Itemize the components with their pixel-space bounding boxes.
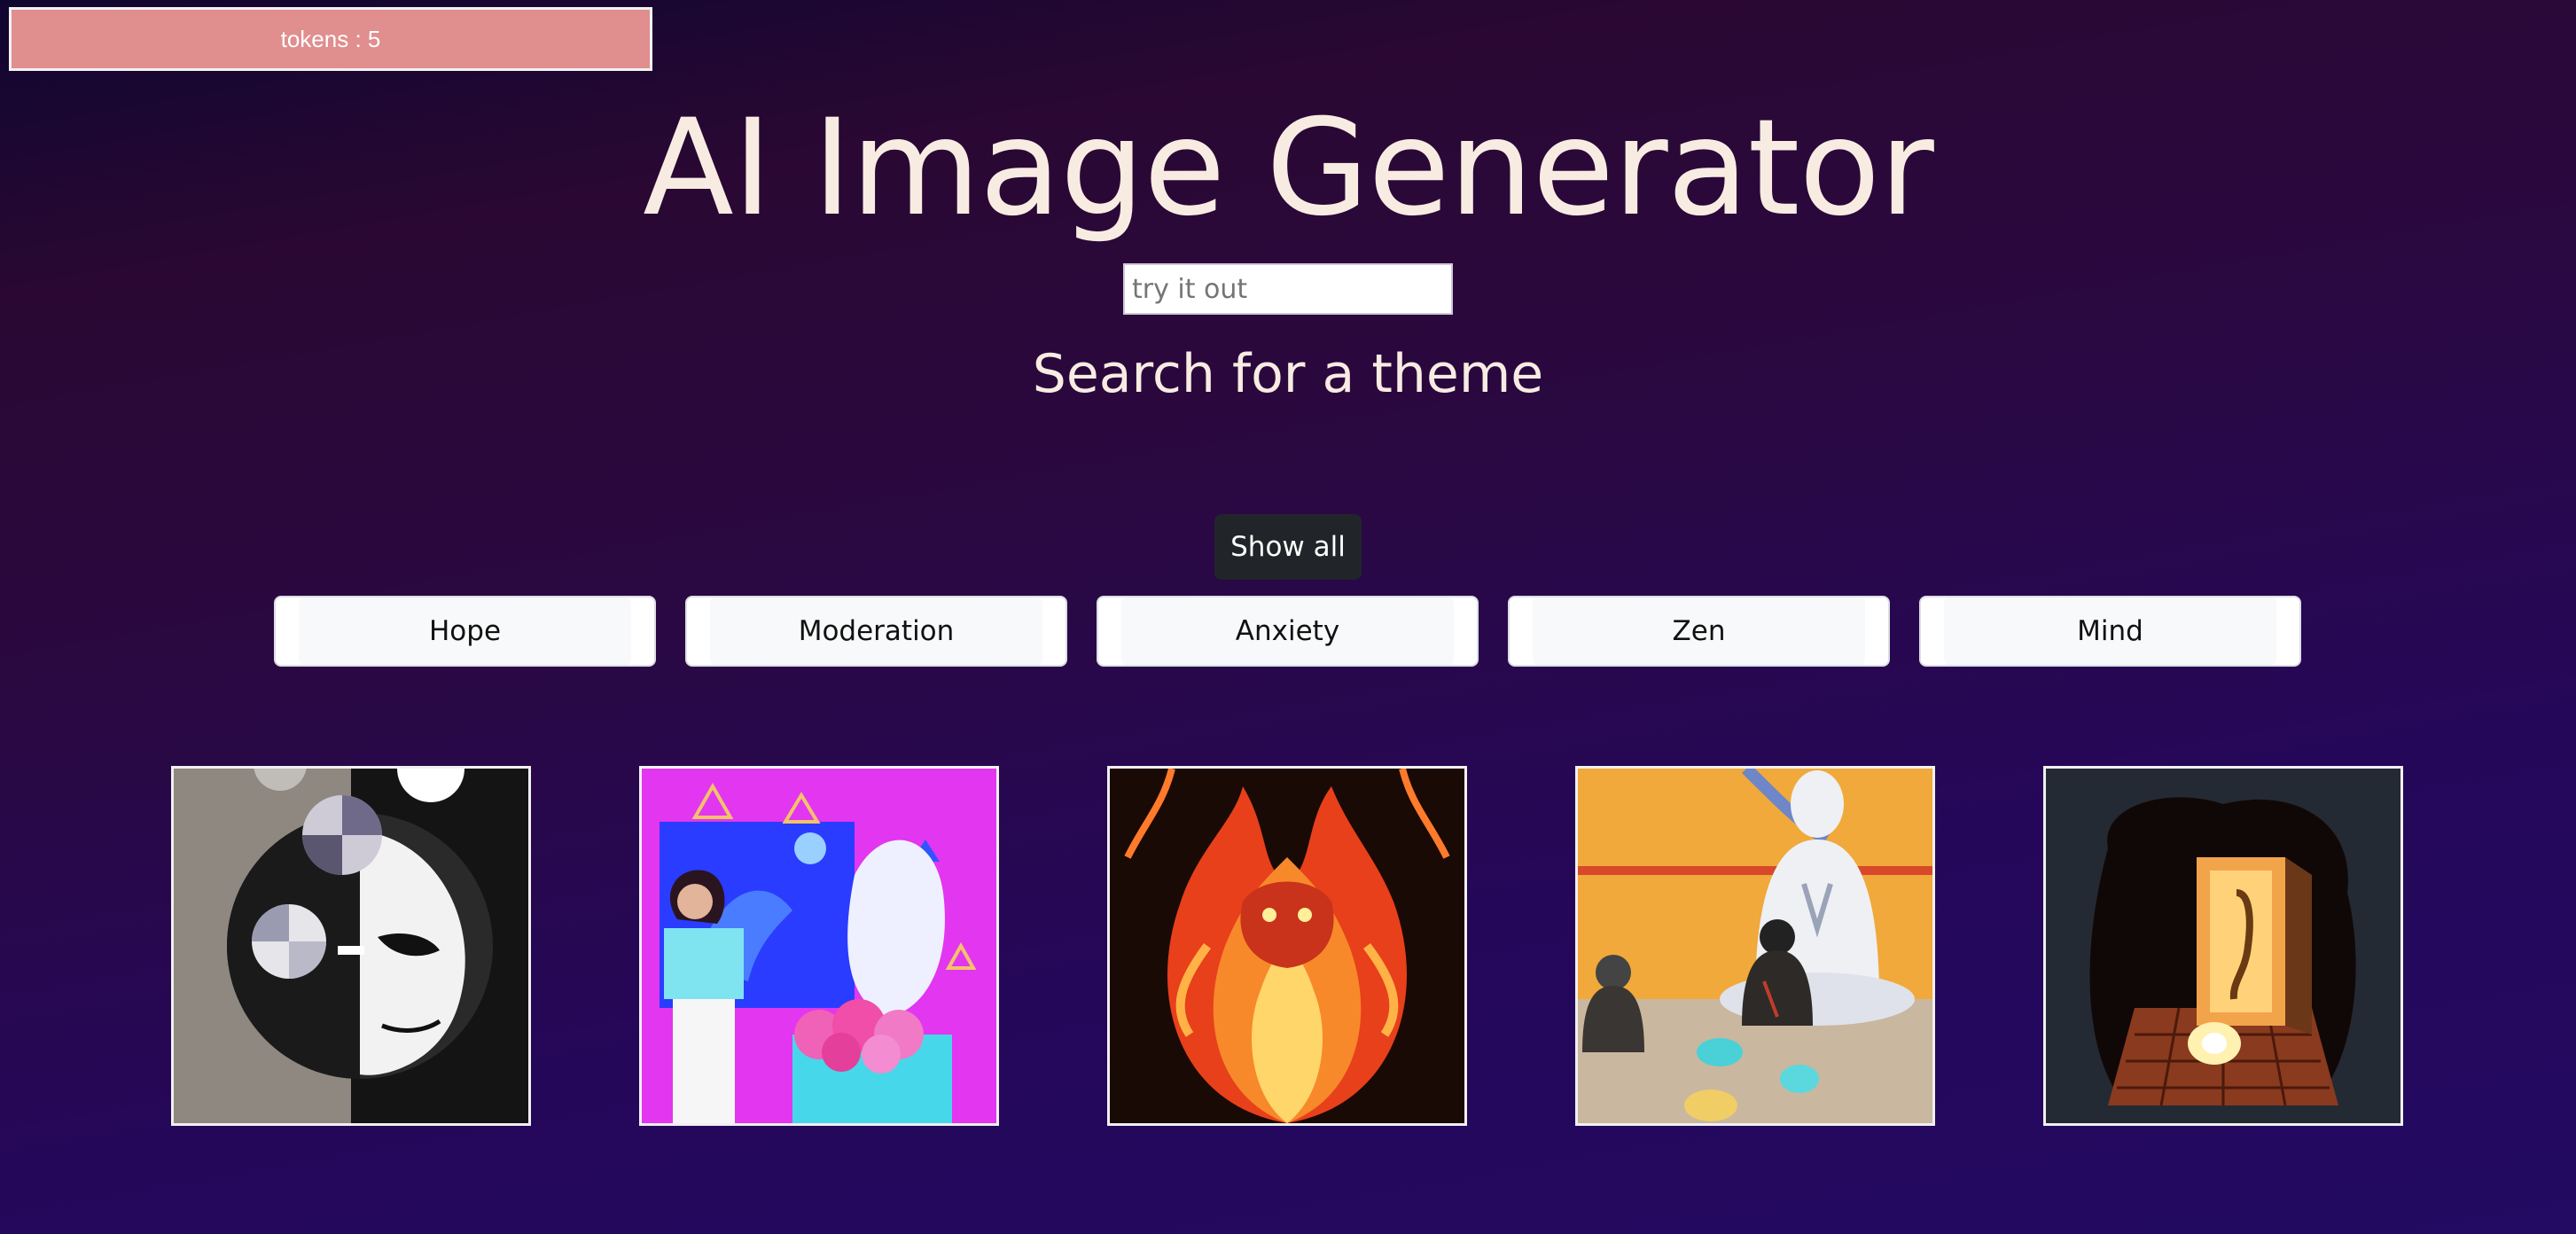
gallery-image-mind[interactable] bbox=[2043, 766, 2403, 1126]
page-title: AI Image Generator bbox=[643, 91, 1934, 246]
theme-button-mind[interactable]: Mind bbox=[1919, 596, 2301, 667]
theme-button-hope[interactable]: Hope bbox=[274, 596, 656, 667]
theme-button-anxiety[interactable]: Anxiety bbox=[1097, 596, 1479, 667]
tokens-counter: tokens : 5 bbox=[9, 7, 652, 71]
split-face-image-icon bbox=[174, 769, 528, 1123]
fire-demon-image-icon bbox=[1110, 769, 1464, 1123]
theme-button-moderation[interactable]: Moderation bbox=[685, 596, 1067, 667]
vaporwave-collage-image-icon bbox=[642, 769, 996, 1123]
show-all-button[interactable]: Show all bbox=[1214, 514, 1362, 580]
gallery-image-vaporwave[interactable] bbox=[639, 766, 999, 1126]
gallery-image-zen[interactable] bbox=[1575, 766, 1935, 1126]
search-subtitle: Search for a theme bbox=[1032, 343, 1544, 405]
glowing-doorway-image-icon bbox=[2046, 769, 2400, 1123]
search-input[interactable] bbox=[1123, 263, 1453, 315]
gallery-image-split-face[interactable] bbox=[171, 766, 531, 1126]
meditating-monks-image-icon bbox=[1578, 769, 1932, 1123]
gallery-image-fire[interactable] bbox=[1107, 766, 1467, 1126]
tokens-label: tokens : 5 bbox=[280, 25, 381, 52]
theme-button-zen[interactable]: Zen bbox=[1508, 596, 1890, 667]
